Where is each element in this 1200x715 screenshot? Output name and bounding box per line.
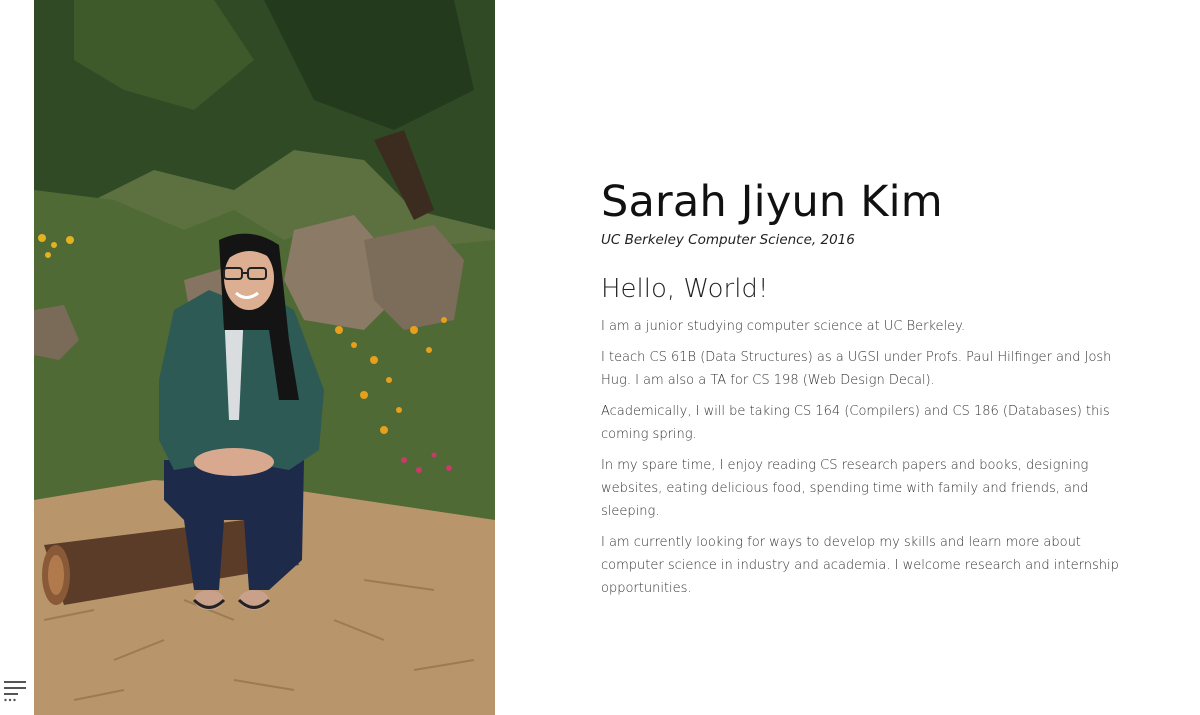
about-paragraph-2: I teach CS 61B (Data Structures) as a UG… [601, 350, 1112, 388]
hamburger-menu-icon[interactable] [4, 679, 26, 703]
profile-content: Sarah Jiyun Kim UC Berkeley Computer Sci… [601, 176, 1141, 608]
profile-name: Sarah Jiyun Kim [601, 177, 943, 227]
about-paragraph-4: In my spare time, I enjoy reading CS res… [601, 458, 1089, 519]
about-paragraph-1: I am a junior studying computer science … [601, 319, 966, 334]
page: Sarah Jiyun Kim UC Berkeley Computer Sci… [0, 0, 1200, 715]
about-heading: Hello, World! [601, 274, 769, 304]
profile-subtitle: UC Berkeley Computer Science, 2016 [601, 232, 855, 248]
about-paragraph-3: Academically, I will be taking CS 164 (C… [601, 404, 1110, 442]
left-menu-strip [0, 0, 34, 715]
about-paragraph-5: I am currently looking for ways to devel… [601, 535, 1119, 596]
portrait-photo [34, 0, 495, 715]
